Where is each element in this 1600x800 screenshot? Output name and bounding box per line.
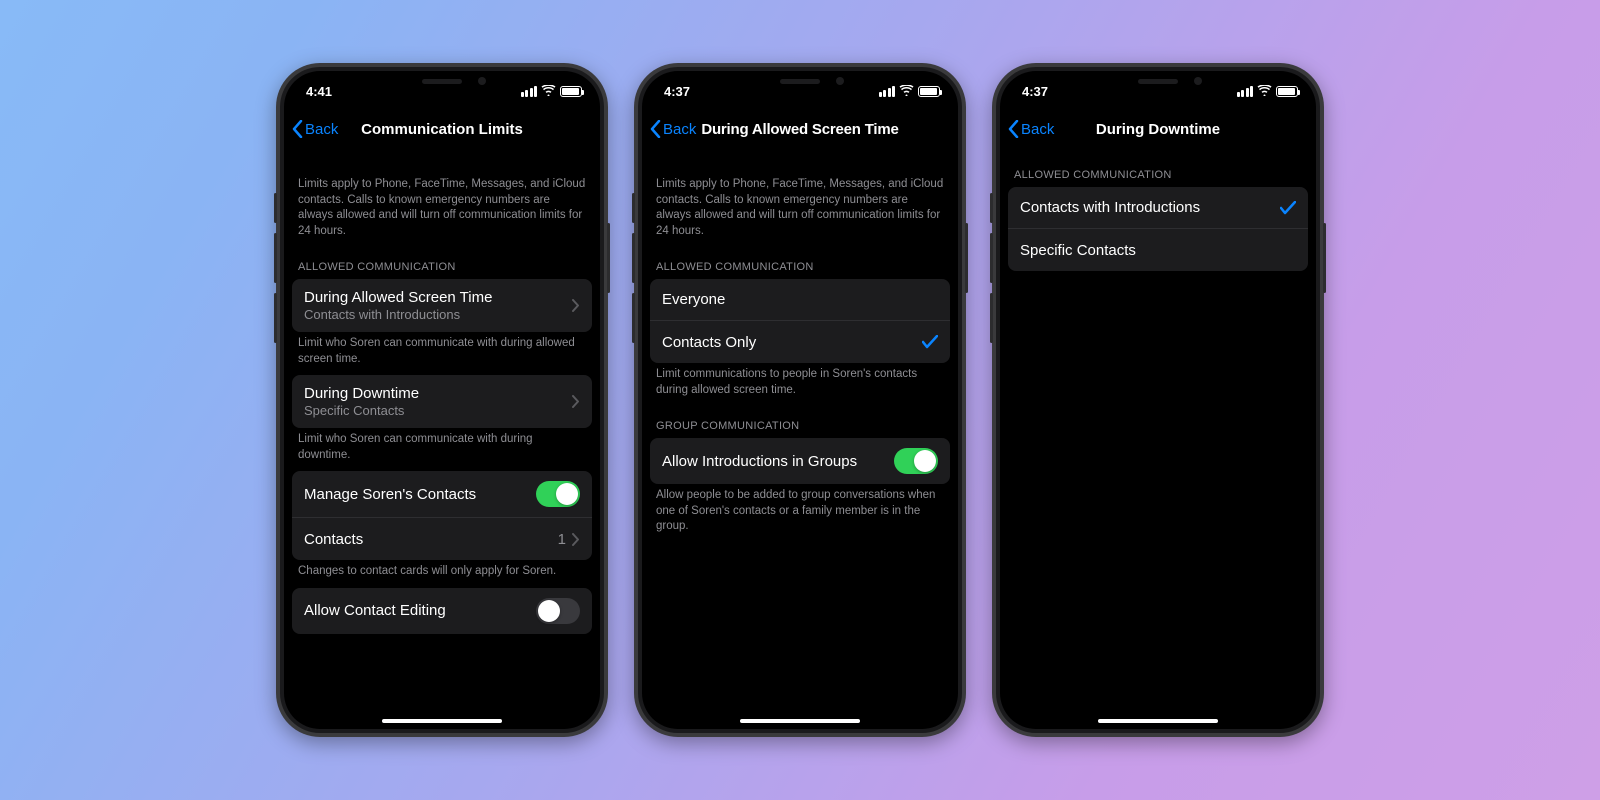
row-contacts-with-introductions[interactable]: Contacts with Introductions [1008,187,1308,229]
row-allow-introductions[interactable]: Allow Introductions in Groups [650,438,950,484]
row-value: 1 [558,531,566,548]
row-specific-contacts[interactable]: Specific Contacts [1008,229,1308,271]
cellular-signal-icon [1237,86,1254,97]
row-title: Contacts [304,531,363,548]
row-everyone[interactable]: Everyone [650,279,950,321]
back-button[interactable]: Back [1008,120,1054,138]
cellular-signal-icon [879,86,896,97]
section-header-allowed: ALLOWED COMMUNICATION [284,247,600,279]
navigation-bar: Back During Downtime [1000,111,1316,147]
section-footer: Limit who Soren can communicate with dur… [284,332,600,375]
wifi-icon [1257,84,1272,99]
checkmark-icon [1280,201,1296,215]
battery-icon [918,86,940,97]
section-footer: Limit who Soren can communicate with dur… [284,428,600,471]
row-subtitle: Specific Contacts [304,403,419,418]
row-title: Allow Introductions in Groups [662,453,857,470]
toggle-allow-contact-editing[interactable] [536,598,580,624]
status-time: 4:41 [306,84,332,99]
back-button[interactable]: Back [650,120,696,138]
section-footer: Allow people to be added to group conver… [642,484,958,543]
row-subtitle: Contacts with Introductions [304,307,492,322]
phone-frame: 4:37 Back During Downtime ALLOWED COMMUN… [992,63,1324,737]
phone-frame: 4:41 Back Communication Limits Limits ap… [276,63,608,737]
row-title: Contacts with Introductions [1020,199,1200,216]
chevron-right-icon [572,533,580,546]
section-header-allowed: ALLOWED COMMUNICATION [642,247,958,279]
chevron-left-icon [650,120,661,138]
row-title: Allow Contact Editing [304,602,446,619]
section-header-allowed: ALLOWED COMMUNICATION [1000,147,1316,187]
section-footer: Limit communications to people in Soren'… [642,363,958,406]
navigation-bar: Back During Allowed Screen Time [642,111,958,147]
row-title: During Downtime [304,385,419,402]
row-contacts-only[interactable]: Contacts Only [650,321,950,363]
chevron-left-icon [1008,120,1019,138]
phone-frame: 4:37 Back During Allowed Screen Time Lim… [634,63,966,737]
row-manage-contacts[interactable]: Manage Soren's Contacts [292,471,592,518]
status-time: 4:37 [664,84,690,99]
navigation-bar: Back Communication Limits [284,111,600,147]
row-allow-contact-editing[interactable]: Allow Contact Editing [292,588,592,634]
back-label: Back [663,121,696,138]
row-title: Specific Contacts [1020,242,1136,259]
battery-icon [1276,86,1298,97]
wifi-icon [541,84,556,99]
row-title: Contacts Only [662,334,756,351]
row-title: Manage Soren's Contacts [304,486,476,503]
cellular-signal-icon [521,86,538,97]
status-time: 4:37 [1022,84,1048,99]
toggle-manage-contacts[interactable] [536,481,580,507]
wifi-icon [899,84,914,99]
home-indicator[interactable] [382,719,502,723]
back-label: Back [1021,121,1054,138]
home-indicator[interactable] [740,719,860,723]
row-title: Everyone [662,291,725,308]
row-during-downtime[interactable]: During Downtime Specific Contacts [292,375,592,428]
intro-description: Limits apply to Phone, FaceTime, Message… [284,147,600,247]
back-label: Back [305,121,338,138]
chevron-right-icon [572,299,580,312]
row-title: During Allowed Screen Time [304,289,492,306]
home-indicator[interactable] [1098,719,1218,723]
chevron-left-icon [292,120,303,138]
intro-description: Limits apply to Phone, FaceTime, Message… [642,147,958,247]
checkmark-icon [922,335,938,349]
back-button[interactable]: Back [292,120,338,138]
section-header-group: GROUP COMMUNICATION [642,406,958,438]
battery-icon [560,86,582,97]
section-footer: Changes to contact cards will only apply… [284,560,600,588]
chevron-right-icon [572,395,580,408]
toggle-allow-introductions[interactable] [894,448,938,474]
row-contacts[interactable]: Contacts 1 [292,518,592,560]
row-during-allowed-screen-time[interactable]: During Allowed Screen Time Contacts with… [292,279,592,332]
